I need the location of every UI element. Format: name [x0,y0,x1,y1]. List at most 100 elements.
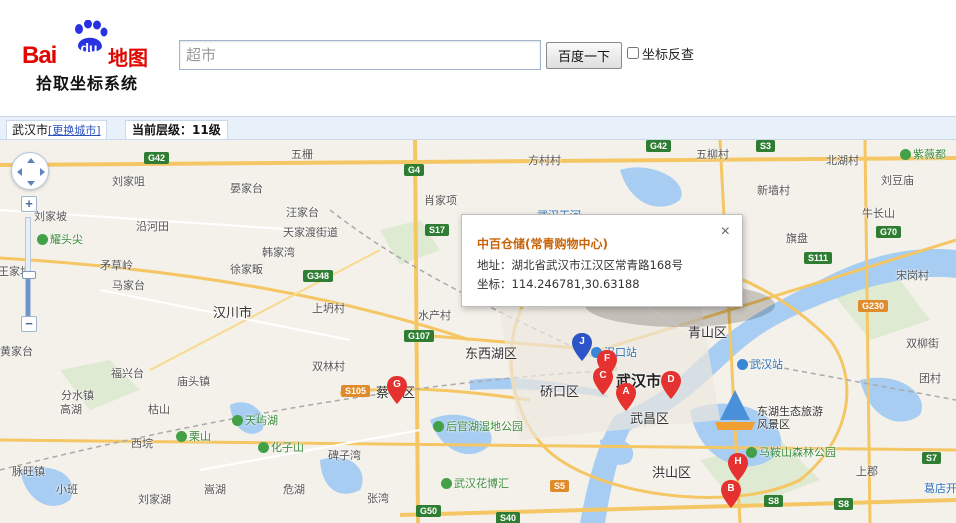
place-label: 牛长山 [862,207,895,220]
marker-letter: H [734,456,742,467]
zoom-out-button[interactable]: − [21,316,37,332]
reverse-lookup-checkbox[interactable] [627,47,639,59]
highway-shield: G348 [303,270,334,282]
station-label: 武汉站 [737,356,783,372]
place-label: 庙头镇 [177,375,210,388]
poi-text: 马鞍山森林公园 [759,446,836,459]
zoom-slider-track[interactable] [25,217,31,317]
close-icon[interactable]: × [721,223,730,241]
reverse-lookup-label: 坐标反查 [642,47,695,63]
map-marker[interactable]: A [616,383,636,411]
poi-text: 耀头尖 [50,233,83,246]
park-icon [433,421,444,432]
poi-label: 马鞍山森林公园 [746,444,836,460]
map-marker[interactable]: B [721,480,741,508]
logo-map-text: 地图 [108,46,148,70]
park-icon [37,234,48,245]
logo-brand-text: Bai [22,42,57,69]
highway-shield: S40 [496,512,521,523]
logo-du-text: du [80,40,98,56]
map-base-layer [0,140,956,523]
marker-letter: G [393,379,401,390]
poi-label: 武汉花博汇 [441,475,509,491]
current-city: 武汉市 [12,123,49,137]
reverse-lookup-toggle[interactable]: 坐标反查 [627,45,695,63]
highway-shield: S5 [550,480,570,492]
baidu-map-logo[interactable]: Bai du 地图 拾取坐标系统 [20,20,162,94]
header: Bai du 地图 拾取坐标系统 百度一下 坐标反查 [0,0,956,112]
search-input[interactable] [179,40,541,70]
place-label: 西垸 [131,437,153,450]
place-label: 宋岗村 [896,269,929,282]
poi-label: 天屿湖 [232,412,278,428]
current-city-tab: 武汉市[更换城市] [6,120,107,139]
place-label: 枯山 [148,403,170,416]
place-label: 高湖 [60,403,82,416]
zoom-slider-handle[interactable] [22,271,36,279]
place-label: 刘豆庙 [881,174,914,187]
map-marker[interactable]: G [387,376,407,404]
change-city-link[interactable]: [更换城市] [48,124,101,137]
place-label: 马家台 [112,279,145,292]
marker-letter: F [603,353,611,364]
place-label: 北湖村 [826,154,859,167]
marker-letter: A [622,386,630,397]
place-label: 葛店开 [924,482,956,495]
park-icon [258,442,269,453]
poi-text: 化子山 [271,441,304,454]
highway-shield: S111 [804,252,833,264]
place-label: 肖家项 [424,194,457,207]
search-button[interactable]: 百度一下 [546,42,622,69]
place-label: 五柳村 [696,148,729,161]
baidu-coordinate-picker: Bai du 地图 拾取坐标系统 百度一下 坐标反查 武汉市[更换城市] 当前层… [0,0,956,523]
place-label: 汪家台 [286,206,319,219]
highway-shield: G42 [646,140,672,152]
place-label: 上郡 [856,465,878,478]
map-marker[interactable]: C [593,367,613,395]
scenic-area-label: 东湖生态旅游风景区 [757,405,823,431]
place-label: 福兴台 [111,367,144,380]
park-icon [900,149,911,160]
info-coordinates: 坐标：114.246781,30.63188 [477,277,640,291]
place-label: 刘家坡 [34,210,67,223]
district-label: 东西湖区 [465,347,518,362]
highway-shield: S105 [341,385,371,397]
place-label: 上坍村 [312,302,345,315]
info-title: 中百仓储(常青购物中心) [477,237,608,251]
marker-letter: B [727,483,735,494]
poi-text: 武汉花博汇 [454,477,509,490]
poi-label: 耀头尖 [37,231,83,247]
info-window: × 中百仓储(常青购物中心) 地址：湖北省武汉市江汉区常青路168号 坐标：11… [461,214,743,307]
park-icon [232,415,243,426]
place-label: 脉旺镇 [12,465,45,478]
marker-letter: J [579,336,585,347]
map-canvas[interactable]: G42 G4 S17 G348 G107 S105 G50 S40 S5 G42… [0,140,956,523]
place-label: 刘家咀 [112,175,145,188]
poi-text: 天屿湖 [245,414,278,427]
poi-label: 后官湖湿地公园 [433,418,523,434]
train-station-icon [737,359,748,370]
zoom-in-button[interactable]: + [21,196,37,212]
district-label: 青山区 [688,326,728,341]
place-label: 五栅 [291,148,313,161]
place-label: 新墙村 [757,184,790,197]
marker-letter: C [599,370,607,381]
place-label: 小班 [56,483,78,496]
place-label: 碑子湾 [328,449,361,462]
highway-shield: S8 [834,498,854,510]
map-marker[interactable]: J [572,333,592,361]
map-marker[interactable]: H [728,453,748,481]
place-label: 双林村 [312,360,345,373]
pan-control[interactable] [11,152,49,190]
district-label: 汉川市 [213,306,253,321]
poi-label: 紫薇都 [900,146,946,162]
station-text: 武汉站 [750,358,783,371]
place-label: 徐家畈 [230,263,263,276]
place-label: 矛草岭 [100,259,133,272]
map-marker[interactable]: D [661,371,681,399]
place-label: 张湾 [367,492,389,505]
place-label: 沿河田 [136,220,169,233]
page-title: 拾取坐标系统 [36,74,139,93]
highway-shield: G230 [858,300,889,312]
park-icon [176,431,187,442]
